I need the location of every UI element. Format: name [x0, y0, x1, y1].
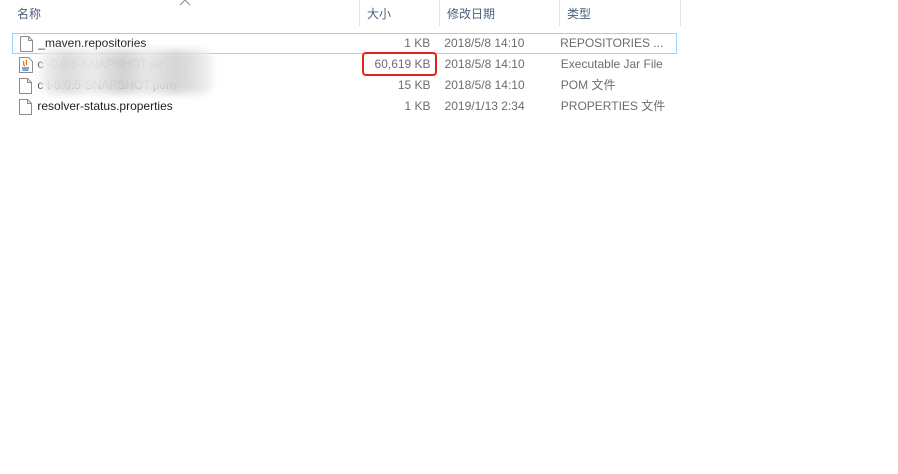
column-header: 名称 大小 修改日期 类型 [0, 0, 681, 26]
column-header-type-label: 类型 [567, 7, 592, 21]
column-header-date-label: 修改日期 [447, 7, 496, 21]
file-date: 2018/5/8 14:10 [444, 36, 525, 50]
file-icon [16, 77, 35, 94]
file-date: 2019/1/13 2:34 [444, 99, 525, 113]
redaction-blur [40, 50, 212, 94]
file-type: PROPERTIES 文件 [560, 99, 666, 113]
file-size: 1 KB [404, 99, 431, 113]
column-header-name-label: 名称 [17, 7, 42, 21]
column-header-date[interactable]: 修改日期 [440, 0, 560, 26]
file-type: Executable Jar File [560, 57, 663, 71]
file-name: resolver-status.properties [37, 99, 173, 113]
file-type: POM 文件 [560, 78, 616, 92]
column-header-type[interactable]: 类型 [560, 0, 681, 26]
size-highlight-box [362, 52, 437, 76]
column-header-name[interactable]: 名称 [0, 0, 360, 26]
file-size: 1 KB [404, 36, 431, 50]
file-date: 2018/5/8 14:10 [444, 78, 525, 92]
file-icon [17, 35, 36, 52]
column-header-size[interactable]: 大小 [360, 0, 440, 26]
sort-ascending-icon [179, 0, 191, 6]
file-type: REPOSITORIES ... [560, 36, 664, 50]
file-icon [16, 98, 35, 115]
column-header-size-label: 大小 [367, 7, 392, 21]
file-size: 15 KB [397, 78, 431, 92]
file-row[interactable]: resolver-status.properties 1 KB 2019/1/1… [12, 96, 677, 117]
file-date: 2018/5/8 14:10 [444, 57, 525, 71]
java-jar-icon [16, 56, 35, 73]
